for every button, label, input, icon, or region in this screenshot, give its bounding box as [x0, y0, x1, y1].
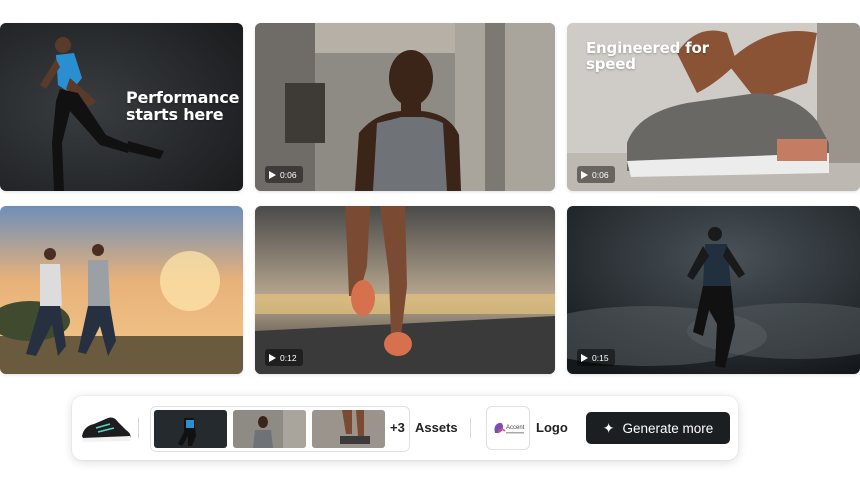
extra-asset-count: +3 — [390, 420, 405, 435]
tile-tank-top-runner[interactable]: 0:06 — [255, 23, 555, 191]
tile-performance[interactable]: Performance starts here — [0, 23, 243, 191]
generate-more-label: Generate more — [622, 420, 714, 436]
tile-legs-on-road[interactable]: 0:12 — [255, 206, 555, 374]
asset-thumb-3[interactable] — [312, 410, 385, 448]
play-icon — [581, 353, 588, 362]
duration-text: 0:06 — [280, 169, 297, 180]
duration-text: 0:15 — [592, 352, 609, 363]
divider — [470, 418, 471, 438]
shoe-icon[interactable] — [80, 410, 132, 446]
video-duration-badge: 0:15 — [577, 349, 615, 366]
divider — [138, 418, 139, 438]
logo-thumbnail[interactable]: Accent — [486, 406, 530, 450]
tile-overlay-text: Engineered for speed — [586, 39, 709, 73]
tile-sunset-runners[interactable] — [0, 206, 243, 374]
asset-thumbnails[interactable] — [150, 406, 410, 452]
duration-text: 0:12 — [280, 352, 297, 363]
video-duration-badge: 0:06 — [577, 166, 615, 183]
video-duration-badge: 0:06 — [265, 166, 303, 183]
video-duration-badge: 0:12 — [265, 349, 303, 366]
sunset-runners-image — [0, 206, 243, 374]
play-icon — [269, 170, 276, 179]
duration-text: 0:06 — [592, 169, 609, 180]
assets-label: Assets — [415, 420, 458, 435]
tile-smoke-runner[interactable]: 0:15 — [567, 206, 860, 374]
asset-thumb-2[interactable] — [233, 410, 306, 448]
play-icon — [269, 353, 276, 362]
tile-shoe-lacing[interactable]: Engineered for speed 0:06 — [567, 23, 860, 191]
asset-action-bar: +3 Assets Accent Logo ✦ Generate more — [72, 396, 738, 460]
generate-more-button[interactable]: ✦ Generate more — [586, 412, 730, 444]
sparkle-icon: ✦ — [602, 420, 615, 436]
play-icon — [581, 170, 588, 179]
logo-brand-text: Accent — [506, 425, 525, 431]
asset-thumb-1[interactable] — [154, 410, 227, 448]
logo-label: Logo — [536, 420, 568, 435]
tile-overlay-text: Performance starts here — [126, 88, 240, 124]
